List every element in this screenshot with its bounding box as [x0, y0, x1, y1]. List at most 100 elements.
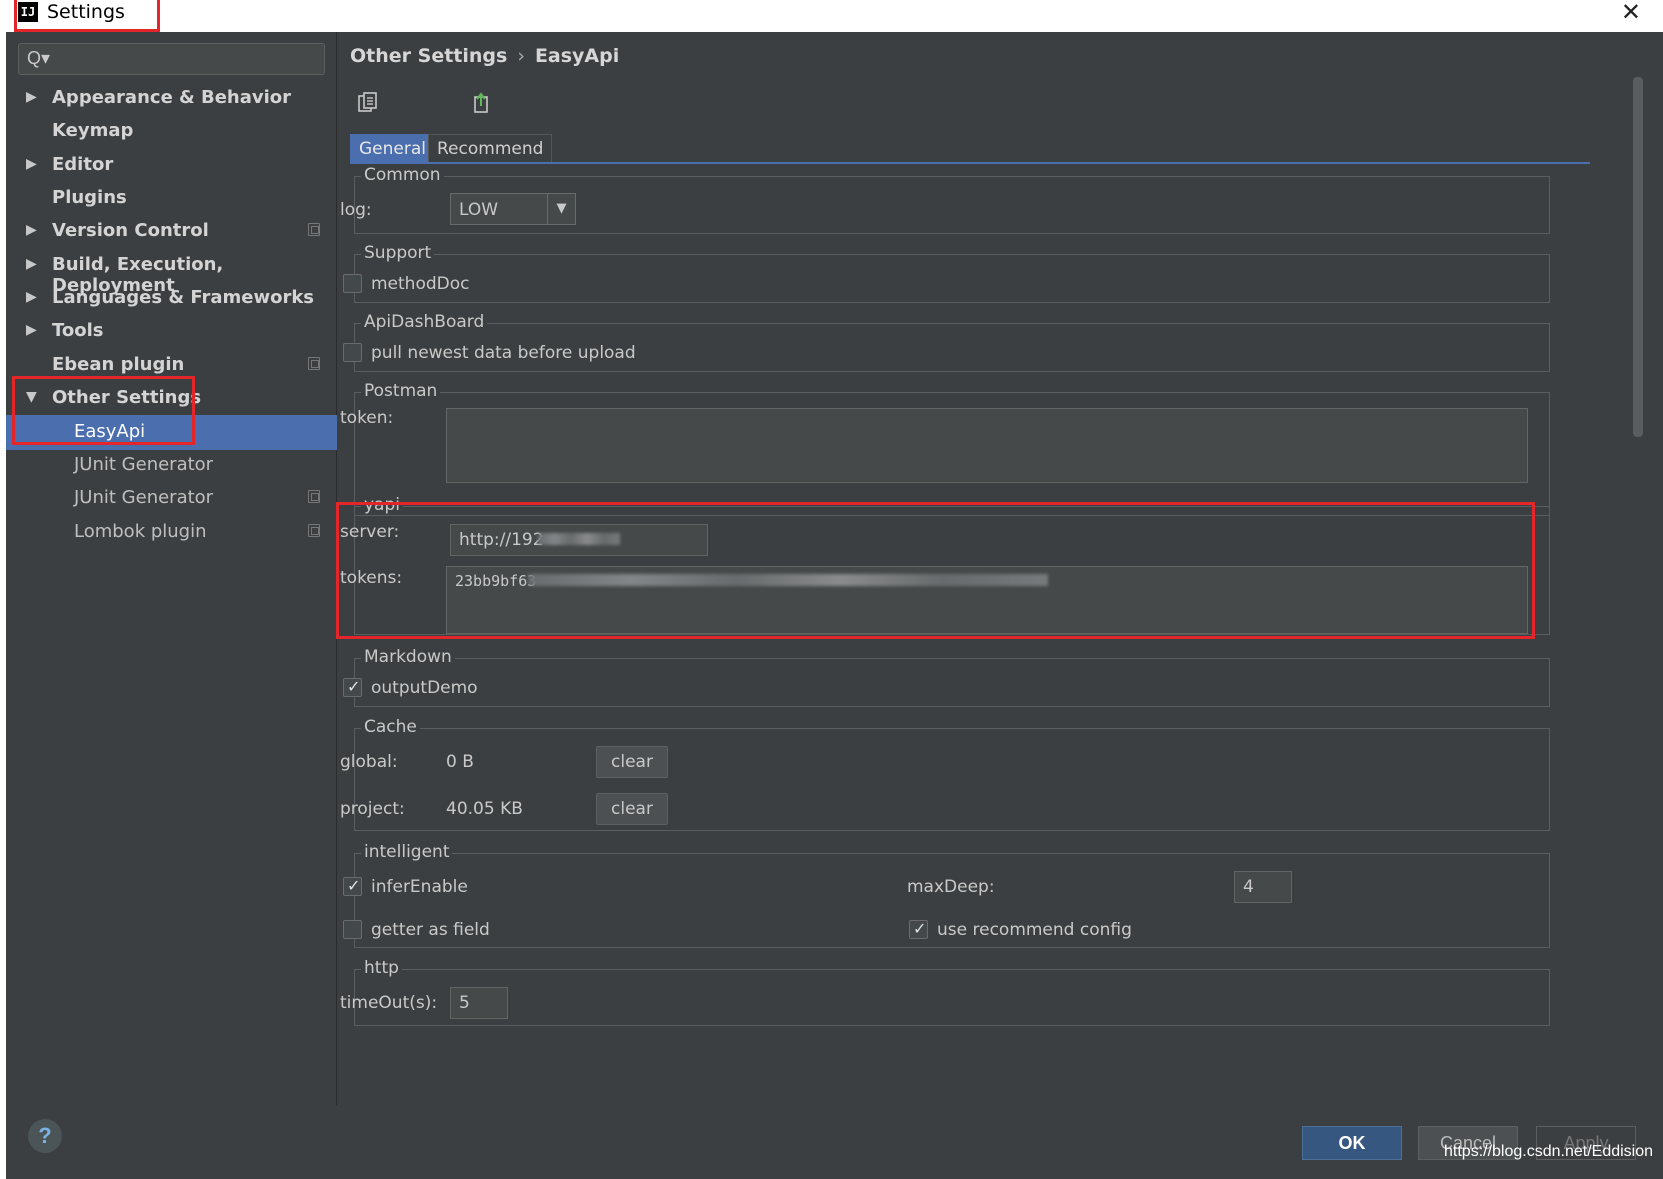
sidebar-item-build-execution-deployment[interactable]: ▶ Build, Execution, Deployment [6, 248, 337, 296]
sidebar-item-label: Ebean plugin [52, 354, 185, 375]
sidebar-item-label: Lombok plugin [74, 521, 207, 542]
clear-global-cache-button[interactable]: clear [596, 746, 668, 778]
redacted-tokens-blur [528, 574, 1048, 586]
dialog-button-bar: ? OK Cancel Apply https://blog.csdn.net/… [6, 1105, 1663, 1179]
sidebar-item-ebean-plugin[interactable]: Ebean plugin [6, 348, 337, 383]
sidebar-item-label: Editor [52, 154, 114, 175]
export-settings-icon[interactable] [473, 92, 493, 114]
checkmark-icon: ✓ [347, 878, 361, 895]
log-level-select[interactable]: LOW ▼ [450, 193, 576, 225]
ok-button[interactable]: OK [1302, 1126, 1402, 1160]
expand-arrow-icon[interactable]: ▶ [26, 289, 37, 305]
group-legend: yapi [361, 495, 403, 515]
max-deep-label: maxDeep: [907, 877, 995, 897]
sidebar-item-plugins[interactable]: Plugins [6, 181, 337, 216]
collapse-arrow-icon[interactable]: ▼ [26, 389, 37, 405]
tab-underline [350, 162, 1590, 164]
project-level-icon [308, 357, 320, 370]
group-support: Support [354, 243, 1550, 303]
sidebar-item-easyapi[interactable]: EasyApi [6, 415, 337, 450]
sidebar-item-tools[interactable]: ▶ Tools [6, 314, 337, 349]
tab-recommend[interactable]: Recommend [428, 134, 553, 164]
settings-content-panel: Other Settings › EasyApi General Recommend… [338, 32, 1643, 1105]
sidebar-item-junit-generator-project[interactable]: JUnit Generator [6, 481, 337, 516]
project-level-icon [308, 490, 320, 503]
pull-newest-checkbox[interactable] [343, 343, 362, 362]
sidebar-item-version-control[interactable]: ▶ Version Control [6, 214, 337, 249]
cache-global-value: 0 B [446, 752, 474, 772]
search-icon: Q▾ [27, 48, 51, 68]
log-label: log: [340, 200, 372, 220]
group-legend: Postman [361, 381, 441, 401]
group-cache: Cache [354, 717, 1550, 831]
copy-settings-icon[interactable] [358, 92, 378, 114]
infer-enable-label: inferEnable [371, 877, 468, 897]
expand-arrow-icon[interactable]: ▶ [26, 322, 37, 338]
infer-enable-checkbox[interactable]: ✓ [343, 877, 362, 896]
expand-arrow-icon[interactable]: ▶ [26, 156, 37, 172]
sidebar-item-junit-generator[interactable]: JUnit Generator [6, 448, 337, 483]
settings-search-input[interactable]: Q▾ [18, 43, 325, 75]
sidebar-item-appearance-behavior[interactable]: ▶ Appearance & Behavior [6, 81, 337, 116]
cache-global-label: global: [340, 752, 398, 772]
sidebar-item-keymap[interactable]: Keymap [6, 114, 337, 149]
sidebar-item-languages-frameworks[interactable]: ▶ Languages & Frameworks [6, 281, 337, 316]
sidebar-item-label: EasyApi [74, 421, 146, 442]
yapi-server-value: http://192 [459, 530, 544, 550]
help-icon[interactable]: ? [28, 1119, 62, 1153]
yapi-tokens-label: tokens: [340, 568, 403, 588]
timeout-input[interactable]: 5 [450, 987, 508, 1019]
output-demo-checkbox[interactable]: ✓ [343, 678, 362, 697]
sidebar-item-editor[interactable]: ▶ Editor [6, 148, 337, 183]
cache-project-label: project: [340, 799, 405, 819]
redacted-server-blur [538, 533, 620, 545]
content-scrollbar[interactable] [1633, 77, 1643, 437]
expand-arrow-icon[interactable]: ▶ [26, 256, 37, 272]
cache-project-value: 40.05 KB [446, 799, 523, 819]
sidebar-item-label: Languages & Frameworks [52, 287, 315, 308]
window-title: Settings [47, 1, 125, 23]
max-deep-value: 4 [1243, 877, 1254, 897]
postman-token-input[interactable] [446, 408, 1528, 483]
sidebar-item-label: Keymap [52, 120, 134, 141]
sidebar-item-label: Plugins [52, 187, 127, 208]
close-icon[interactable]: ✕ [1621, 0, 1641, 27]
group-legend: Support [361, 243, 435, 263]
sidebar-item-label: JUnit Generator [74, 454, 214, 475]
timeout-label: timeOut(s): [340, 993, 438, 1013]
sidebar-item-other-settings[interactable]: ▼ Other Settings [6, 381, 337, 416]
chevron-down-icon: ▼ [547, 194, 575, 224]
pull-newest-label: pull newest data before upload [371, 343, 636, 363]
project-level-icon [308, 524, 320, 537]
breadcrumb: Other Settings › EasyApi [350, 45, 619, 67]
breadcrumb-parent[interactable]: Other Settings [350, 45, 507, 67]
window-titlebar: IJ Settings ✕ [0, 0, 1663, 32]
max-deep-input[interactable]: 4 [1234, 871, 1292, 903]
sidebar-item-label: Other Settings [52, 387, 202, 408]
expand-arrow-icon[interactable]: ▶ [26, 222, 37, 238]
use-recommend-label: use recommend config [937, 920, 1132, 940]
sidebar-item-label: Appearance & Behavior [52, 87, 292, 108]
tab-general[interactable]: General [350, 134, 435, 164]
settings-sidebar: Q▾ ▶ Appearance & Behavior Keymap ▶ Edit… [6, 32, 337, 1105]
group-markdown: Markdown [354, 647, 1550, 707]
method-doc-checkbox[interactable] [343, 274, 362, 293]
group-legend: ApiDashBoard [361, 312, 488, 332]
breadcrumb-current: EasyApi [534, 45, 620, 67]
use-recommend-checkbox[interactable]: ✓ [909, 920, 928, 939]
sidebar-item-label: Version Control [52, 220, 209, 241]
group-legend: Markdown [361, 647, 455, 667]
log-level-value: LOW [459, 200, 499, 220]
yapi-server-label: server: [340, 522, 400, 542]
yapi-tokens-value: 23bb9bf63 [455, 572, 537, 590]
method-doc-label: methodDoc [371, 274, 470, 294]
breadcrumb-separator: › [517, 45, 525, 67]
intellij-logo-icon: IJ [18, 2, 38, 22]
clear-project-cache-button[interactable]: clear [596, 793, 668, 825]
expand-arrow-icon[interactable]: ▶ [26, 89, 37, 105]
checkmark-icon: ✓ [913, 921, 927, 938]
group-legend: intelligent [361, 842, 453, 862]
timeout-value: 5 [459, 993, 470, 1013]
getter-as-field-checkbox[interactable] [343, 920, 362, 939]
sidebar-item-lombok-plugin[interactable]: Lombok plugin [6, 515, 337, 550]
